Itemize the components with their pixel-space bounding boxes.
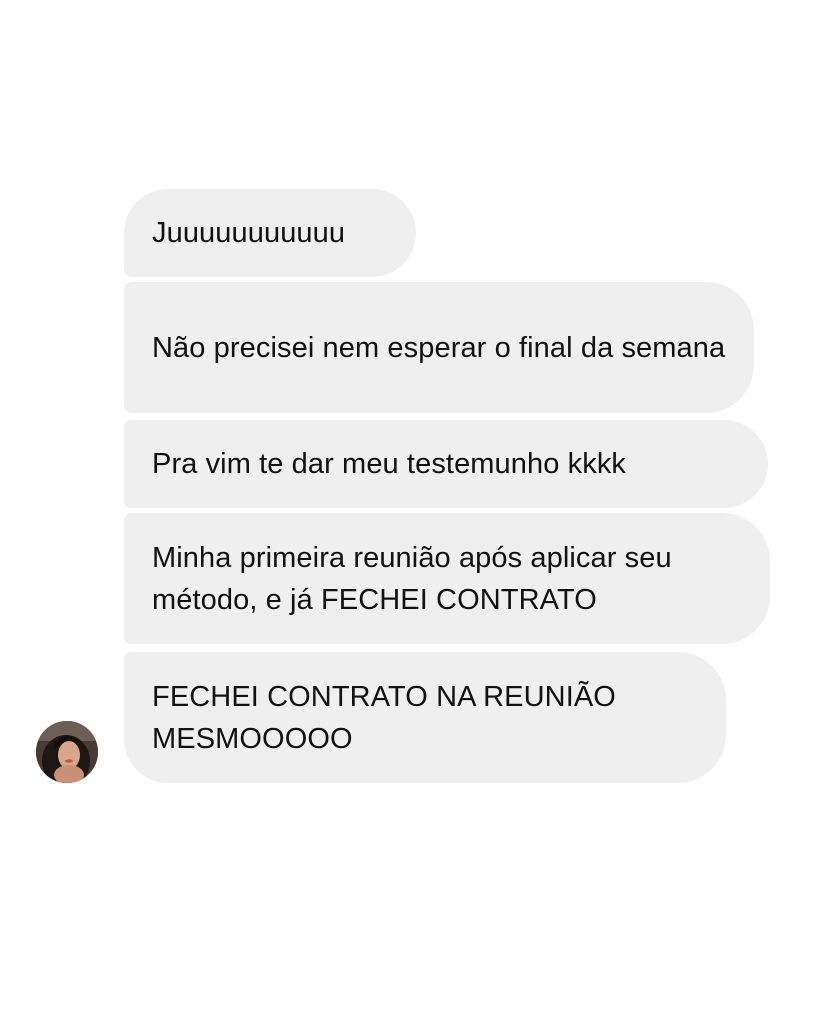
profile-photo-avatar-icon [36,721,98,783]
message-thread: Juuuuuuuuuuu Não precisei nem esperar o … [0,0,819,1024]
message-text: Minha primeira reunião após aplicar seu … [152,541,672,616]
message-text: Pra vim te dar meu testemunho kkkk [152,448,627,480]
message-text: Não precisei nem esperar o final da sema… [152,331,726,364]
sender-avatar[interactable] [36,721,98,783]
message-text: FECHEI CONTRATO NA REUNIÃO MESMOOOOO [152,680,616,755]
message-bubble[interactable]: Pra vim te dar meu testemunho kkkk [124,420,768,508]
message-bubble[interactable]: Minha primeira reunião após aplicar seu … [124,513,770,644]
message-bubble[interactable]: Não precisei nem esperar o final da sema… [124,282,754,413]
message-bubble[interactable]: FECHEI CONTRATO NA REUNIÃO MESMOOOOO [124,652,726,783]
message-bubble[interactable]: Juuuuuuuuuuu [124,189,416,277]
message-text: Juuuuuuuuuuu [152,217,346,249]
